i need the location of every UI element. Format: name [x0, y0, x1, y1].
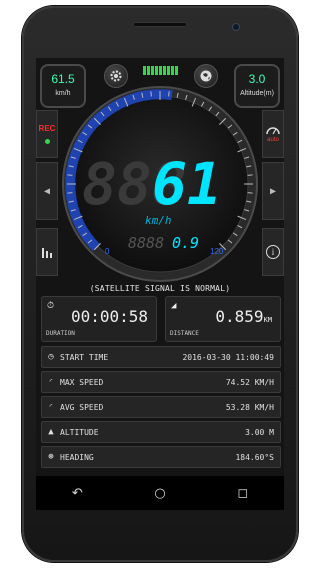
max-speed-label: MAX SPEED: [60, 377, 104, 387]
altitude-row-value: 3.00 M: [245, 427, 274, 437]
avg-speed-row: ◜ AVG SPEED 53.28 KM/H: [41, 396, 281, 418]
duration-label: DURATION: [46, 330, 75, 337]
start-time-row: ◷ START TIME 2016-03-30 11:00:49: [41, 346, 281, 368]
odometer-value: 0.9: [172, 234, 199, 252]
prev-button[interactable]: ◀: [36, 162, 58, 220]
auto-label: auto: [267, 137, 279, 143]
speed-unit-label: km/h: [145, 214, 172, 227]
next-button[interactable]: ▶: [262, 162, 284, 220]
left-arrow-icon: ◀: [43, 185, 51, 197]
back-button[interactable]: ↶: [72, 486, 83, 501]
earpiece-speaker: [133, 22, 187, 27]
odometer-ghost: 8888: [128, 234, 164, 252]
clock-icon: ◷: [48, 352, 54, 362]
auto-panel[interactable]: auto: [262, 110, 284, 158]
satellite-status: (SATELLITE SIGNAL IS NORMAL): [89, 284, 231, 293]
avg-speed-value: 53.28 KM/H: [225, 402, 274, 412]
gauge-min-label: 0: [105, 247, 110, 256]
mountain-icon: ▲: [48, 427, 54, 437]
distance-label: DISTANCE: [170, 330, 199, 337]
app-screen: 61.5 km/h 3.0 Altitude(m) REC auto ◀ ▶ i…: [36, 58, 284, 476]
max-speed-row: ◜ MAX SPEED 74.52 KM/H: [41, 371, 281, 393]
max-speed-icon: ◜: [48, 377, 54, 387]
distance-value-wrap: 0.859KM: [215, 307, 272, 326]
distance-value: 0.859: [215, 307, 264, 326]
recents-button[interactable]: ◻: [237, 486, 248, 501]
distance-card: ◢ 0.859KM DISTANCE: [165, 296, 281, 342]
home-button[interactable]: ○: [154, 486, 165, 501]
info-icon: i: [266, 245, 280, 259]
system-nav-bar: ↶ ○ ◻: [36, 476, 284, 510]
rec-panel[interactable]: REC: [36, 110, 58, 158]
timer-icon: ⏱: [47, 301, 55, 311]
avg-speed-icon: ◜: [48, 402, 54, 412]
stats-button[interactable]: [36, 228, 58, 276]
gps-signal-bars: [143, 66, 178, 75]
rec-label: REC: [38, 124, 56, 133]
right-arrow-icon: ▶: [269, 185, 277, 197]
avg-speed-label: AVG SPEED: [60, 402, 104, 412]
info-button[interactable]: i: [262, 228, 284, 276]
rec-indicator-dot: [44, 139, 50, 144]
altitude-row-label: ALTITUDE: [60, 427, 99, 437]
duration-value: 00:00:58: [70, 307, 148, 326]
distance-unit: KM: [263, 316, 272, 324]
duration-card: ⏱ 00:00:58 DURATION: [41, 296, 157, 342]
gear-icon: [110, 70, 122, 82]
speedometer-gauge: 0 120 888 61 km/h 8888 0.9: [62, 86, 258, 282]
start-time-value: 2016-03-30 11:00:49: [182, 352, 274, 362]
gauge-max-label: 120: [210, 247, 224, 256]
road-icon: ◢: [171, 301, 177, 311]
start-time-label: START TIME: [60, 352, 109, 362]
compass-icon: ⊛: [48, 452, 54, 462]
speed-main-digits: 61: [152, 150, 222, 218]
bar-chart-icon: [42, 248, 52, 258]
heading-label: HEADING: [60, 452, 94, 462]
heading-row: ⊛ HEADING 184.60°S: [41, 446, 281, 468]
front-camera: [232, 23, 240, 31]
speedometer-icon: [266, 127, 280, 135]
globe-icon: [200, 70, 212, 82]
max-speed-value: 74.52 KM/H: [225, 377, 274, 387]
altitude-row: ▲ ALTITUDE 3.00 M: [41, 421, 281, 443]
heading-value: 184.60°S: [235, 452, 274, 462]
